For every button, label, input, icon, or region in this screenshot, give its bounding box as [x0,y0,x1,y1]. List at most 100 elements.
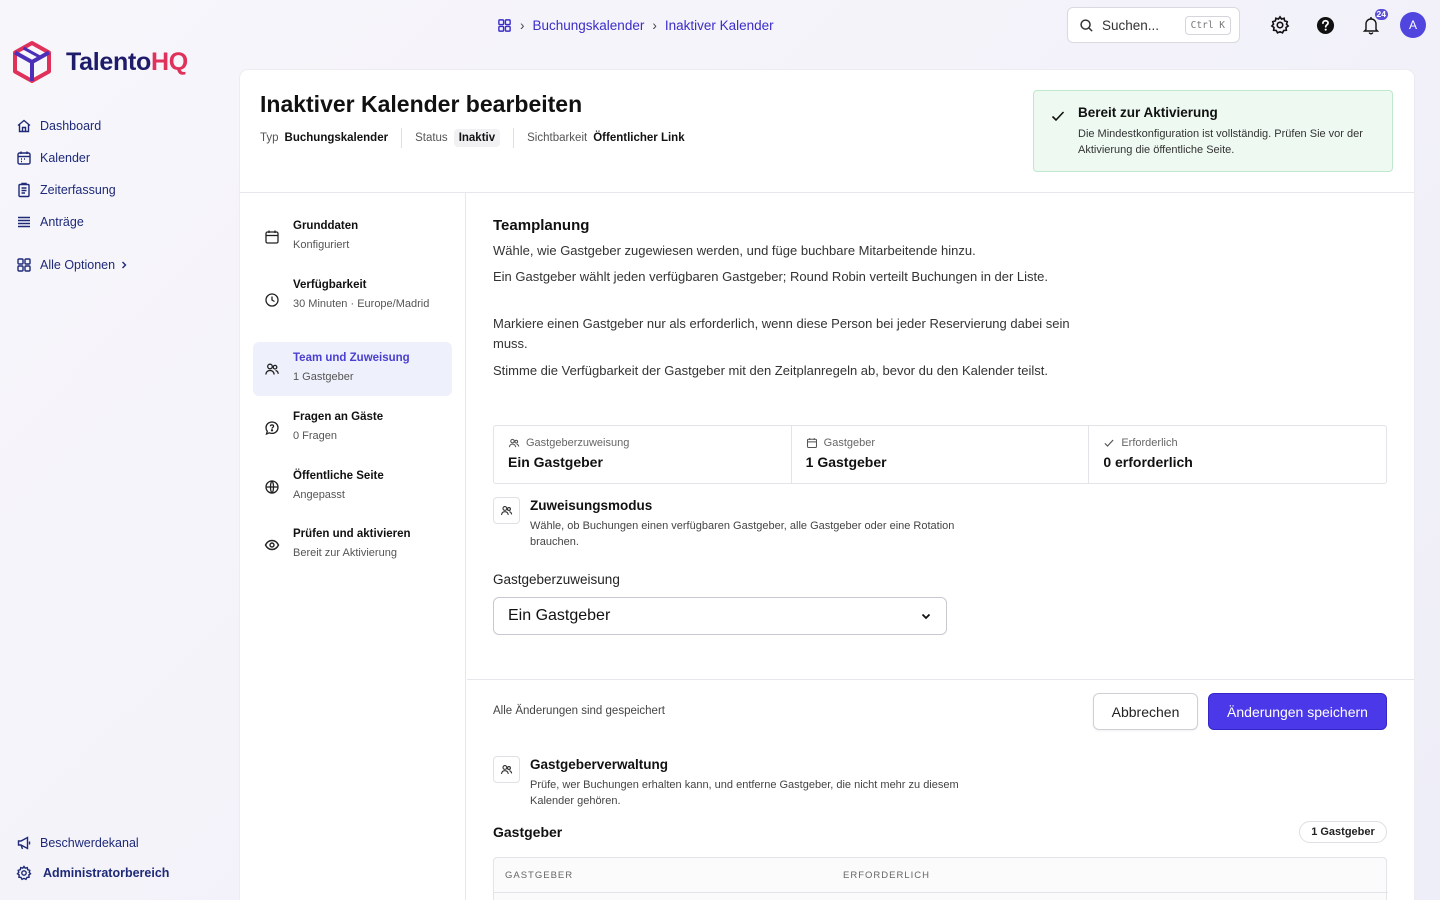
table-header-divider [494,892,1388,893]
chevron-right-icon [122,261,127,269]
ready-banner-title: Bereit zur Aktivierung [1078,105,1218,120]
section-title: Teamplanung [493,217,590,234]
summary-stats: Gastgeberzuweisung Ein Gastgeber Gastgeb… [493,425,1387,484]
page-title: Inaktiver Kalender bearbeiten [260,91,583,117]
assignment-mode-title: Zuweisungsmodus [530,498,653,513]
users-icon [265,363,279,375]
notifications-button[interactable]: 24 [1359,9,1388,37]
help-button[interactable] [1313,13,1337,37]
clipboard-icon [18,182,30,198]
sidebar-item-alle-optionen[interactable]: Alle Optionen [16,249,226,281]
hosts-title: Gastgeber [493,824,563,840]
stat-label: Gastgeber [823,437,876,449]
sidebar-item-beschwerdekanal[interactable]: Beschwerdekanal [16,828,226,858]
search-placeholder: Suchen... [1102,17,1160,33]
sidebar-item-dashboard[interactable]: Dashboard [16,110,226,142]
sidebar-item-label: Alle Optionen [40,258,116,272]
meta-divider [401,128,403,148]
stat-value: 0 erforderlich [1103,454,1193,470]
check-icon [1051,111,1065,122]
sidebar-item-antraege[interactable]: Anträge [16,206,226,238]
list-icon [18,216,30,228]
megaphone-icon [17,836,31,850]
step-title: Verfügbarkeit [293,279,367,291]
calendar-icon [806,438,817,449]
stat-assignment: Gastgeberzuweisung Ein Gastgeber [494,426,792,483]
breadcrumb-current[interactable]: Inaktiver Kalender [665,18,774,33]
sidebar-item-label: Anträge [40,215,84,229]
settings-button[interactable] [1268,13,1292,37]
main-panel: Inaktiver Kalender bearbeiten Typ Buchun… [240,70,1414,900]
sidebar-item-kalender[interactable]: Kalender [16,142,226,174]
users-icon-box [493,756,520,783]
breadcrumb-separator-icon: › [652,17,657,33]
users-icon-box [493,497,520,524]
step-verfuegbarkeit[interactable]: Verfügbarkeit 30 Minuten · Europe/Madrid [253,269,452,331]
meta-divider [513,128,515,148]
step-fragen-an-gaeste[interactable]: Fragen an Gäste 0 Fragen [253,401,452,455]
sidebar-item-zeiterfassung[interactable]: Zeiterfassung [16,174,226,206]
step-subtitle: Konfiguriert [293,239,350,251]
logo[interactable]: TalentoHQ [12,40,188,84]
eye-icon [264,539,280,551]
main-nav: Dashboard Kalender Zeiterfassung Anträge… [16,110,226,281]
check-icon [1104,439,1114,447]
search-shortcut: Ctrl K [1184,15,1231,35]
step-subtitle: 30 Minuten · Europe/Madrid [293,298,430,310]
assignment-mode-block: Zuweisungsmodus Wähle, ob Buchungen eine… [493,497,1093,548]
step-subtitle: 1 Gastgeber [293,371,354,383]
step-subtitle: 0 Fragen [293,430,338,442]
gear-icon [1270,15,1290,34]
step-title: Öffentliche Seite [293,470,384,482]
breadcrumb: › Buchungskalender › Inaktiver Kalender [497,15,774,35]
hosts-count-badge: 1 Gastgeber [1299,821,1387,843]
help-icon [1316,16,1334,34]
section-paragraph: Wähle, wie Gastgeber zugewiesen werden, … [493,243,976,258]
section-paragraph: Stimme die Verfügbarkeit der Gastgeber m… [493,363,1048,378]
gear-icon [16,865,32,881]
meta-value-type: Buchungskalender [284,132,389,144]
cube-logo-icon [13,41,51,83]
notification-count-badge: 24 [1374,9,1388,20]
step-pruefen-und-aktivieren[interactable]: Prüfen und aktivieren Bereit zur Aktivie… [253,518,452,572]
step-title: Team und Zuweisung [293,352,410,364]
ready-banner-text: Die Mindestkonfiguration ist vollständig… [1078,128,1363,156]
meta-key: Status [415,132,448,144]
step-team-und-zuweisung[interactable]: Team und Zuweisung 1 Gastgeber [253,342,452,396]
footer-divider [467,679,1414,680]
logo-text: TalentoHQ [66,47,188,76]
assignment-field-label: Gastgeberzuweisung [493,572,620,587]
cancel-button[interactable]: Abbrechen [1093,693,1198,730]
ready-banner: Bereit zur Aktivierung Die Mindestkonfig… [1033,90,1393,172]
step-oeffentliche-seite[interactable]: Öffentliche Seite Angepasst [253,460,452,514]
breadcrumb-link[interactable]: Buchungskalender [533,18,645,33]
calendar-icon [17,151,31,165]
stat-value: Ein Gastgeber [508,454,603,470]
table-header-host: GASTGEBER [505,870,574,881]
save-button[interactable]: Änderungen speichern [1208,693,1387,730]
hosts-table: GASTGEBER ERFORDERLICH [493,857,1388,900]
search-input[interactable]: Suchen... Ctrl K [1067,7,1240,43]
avatar[interactable]: A [1400,12,1426,38]
stat-hosts: Gastgeber 1 Gastgeber [792,426,1090,483]
meta-key: Sichtbarkeit [527,132,588,144]
step-title: Grunddaten [293,220,359,232]
section-paragraph: Markiere einen Gastgeber nur als erforde… [493,316,1070,351]
stat-label: Gastgeberzuweisung [526,437,630,449]
sidebar: TalentoHQ Dashboard Kalender Zeiterfassu… [0,0,240,900]
sidebar-item-administratorbereich[interactable]: Administratorbereich [16,858,226,888]
grid-icon[interactable] [497,18,512,33]
users-icon [500,765,513,775]
globe-icon [265,480,279,494]
sidebar-item-label: Beschwerdekanal [40,836,139,850]
step-grunddaten[interactable]: Grunddaten Konfiguriert [253,210,452,264]
assignment-select-value: Ein Gastgeber [508,607,611,624]
assignment-select[interactable]: Ein Gastgeber [493,597,947,635]
search-icon [1080,18,1093,32]
step-subtitle: Bereit zur Aktivierung [293,547,397,559]
chevron-down-icon [921,613,931,620]
sidebar-item-label: Zeiterfassung [40,183,116,197]
bottom-nav: Beschwerdekanal Administratorbereich [16,828,226,888]
users-icon [500,506,513,516]
sidebar-item-label: Administratorbereich [43,866,170,880]
